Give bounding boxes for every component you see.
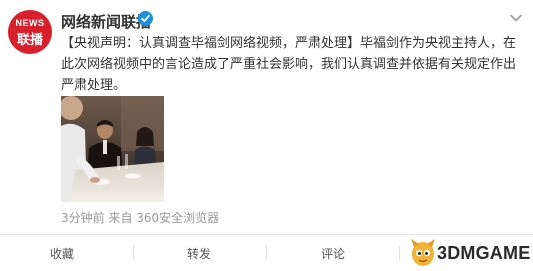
divider [133,246,134,260]
post-text-line: 严肃处理。 [61,78,127,93]
divider [266,246,267,260]
post-photo[interactable] [61,96,164,202]
repost-button[interactable]: 转发 [187,245,211,262]
site-watermark: 3DMGAME [404,234,532,271]
watermark-text: 3DMGAME [437,243,531,263]
post-text-line: 此次网络视频中的言论造成了严重社会影响，我们认真调查并依据有关规定作出 [61,57,517,72]
mascot-icon [411,239,435,266]
post-text-line: 【央视声明：认真调查毕福剑网络视频，严肃处理】毕福剑作为央视主持人，在 [61,36,517,51]
comment-button[interactable]: 评论 [321,245,345,262]
weibo-post-card: NEWS 联播 网络新闻联播 【央视声明：认真调查毕福剑网络视频，严肃处理】毕福… [0,0,533,271]
post-meta: 3分钟前 来自 360安全浏览器 [61,211,220,225]
avatar-brand-text: 联播 [16,33,43,48]
post-text: 【央视声明：认真调查毕福剑网络视频，严肃处理】毕福剑作为央视主持人，在 此次网络… [61,33,523,96]
avatar-news-text: NEWS [15,18,45,28]
verified-badge-icon [138,11,153,26]
chevron-down-icon[interactable] [509,8,523,22]
favorite-button[interactable]: 收藏 [50,245,74,262]
divider [399,246,400,260]
avatar[interactable]: NEWS 联播 [8,10,52,54]
